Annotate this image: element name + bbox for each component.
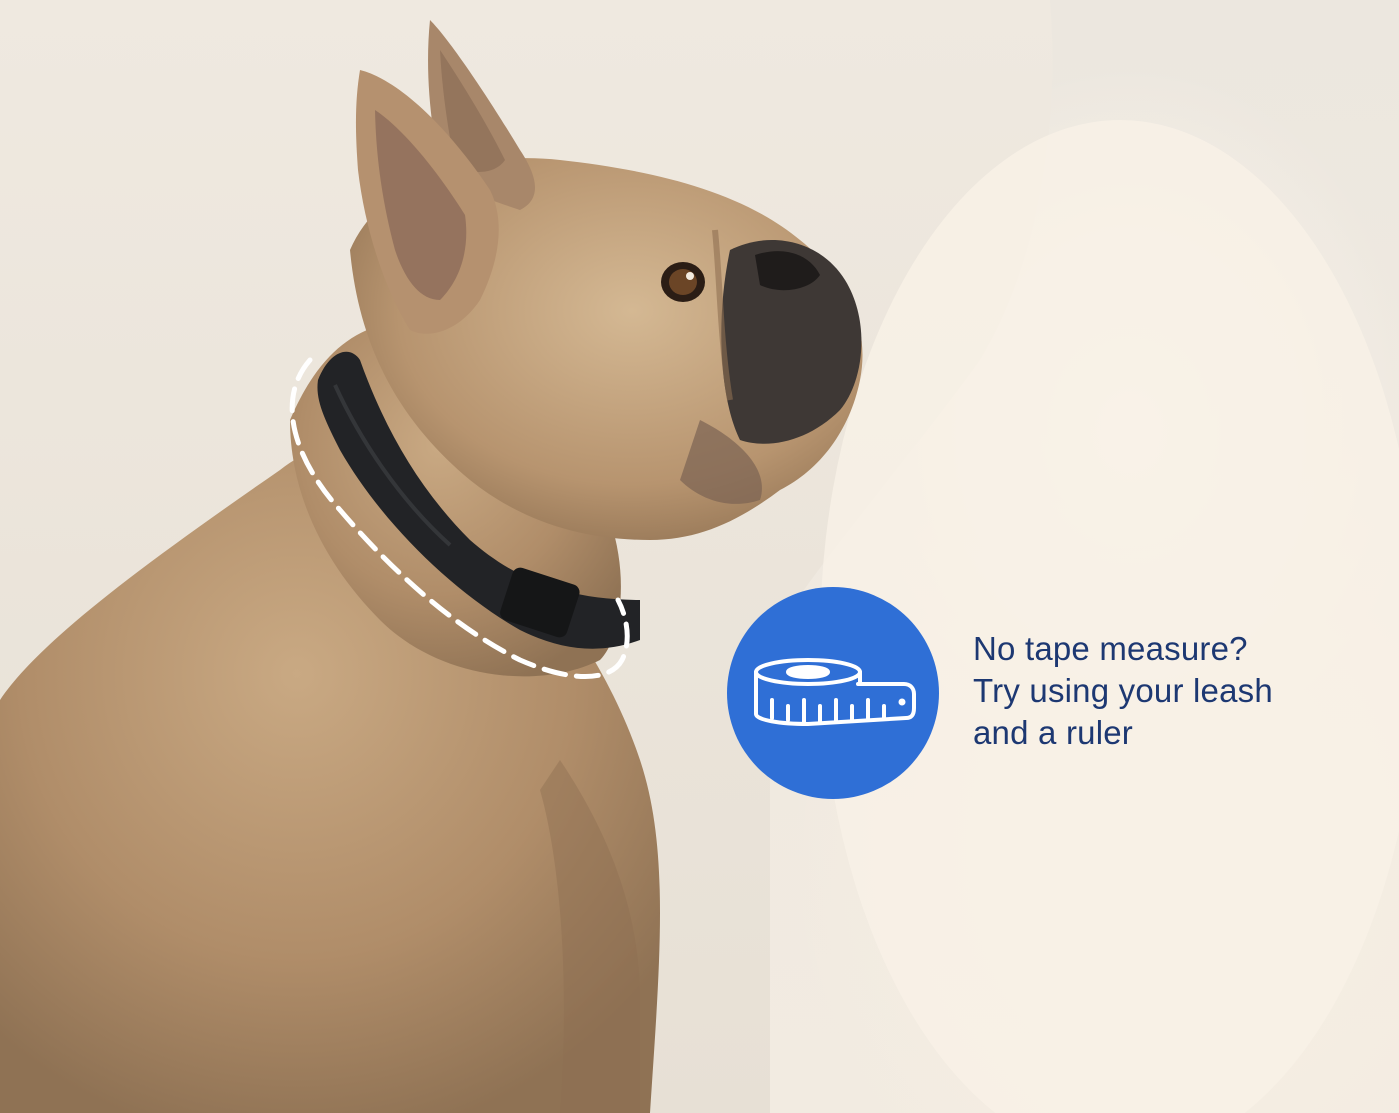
tip-line-3: and a ruler <box>973 714 1133 751</box>
measure-tip-text: No tape measure? Try using your leash an… <box>973 628 1373 754</box>
dog-illustration <box>0 0 1399 1113</box>
product-photo: No tape measure? Try using your leash an… <box>0 0 1399 1113</box>
tip-line-1: No tape measure? <box>973 630 1248 667</box>
tape-measure-badge <box>727 587 939 799</box>
tip-line-2: Try using your leash <box>973 672 1273 709</box>
